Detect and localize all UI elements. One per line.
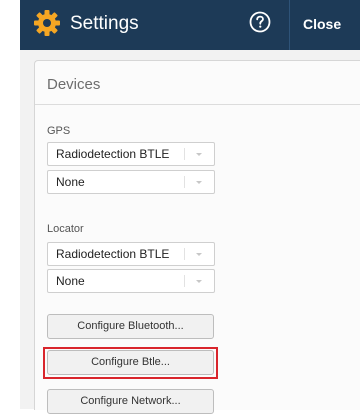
header-divider [289, 0, 290, 50]
configure-bluetooth-button[interactable]: Configure Bluetooth... [47, 314, 214, 339]
gps-label: GPS [47, 125, 71, 137]
gps-device-select[interactable]: Radiodetection BTLE [47, 142, 215, 166]
settings-panel: Devices GPS Radiodetection BTLE None Loc… [20, 50, 360, 414]
chevron-down-icon [184, 243, 214, 265]
chevron-down-icon [184, 270, 214, 292]
section-divider [35, 104, 360, 105]
close-button[interactable]: Close [303, 16, 341, 32]
gps-device-value: Radiodetection BTLE [56, 147, 170, 161]
devices-card: Devices GPS Radiodetection BTLE None Loc… [34, 60, 360, 414]
locator-device-value: Radiodetection BTLE [56, 247, 170, 261]
highlight-box [43, 347, 218, 379]
chevron-down-icon [184, 143, 214, 165]
configure-network-button[interactable]: Configure Network... [47, 389, 214, 414]
chevron-down-icon [184, 171, 214, 193]
locator-label: Locator [47, 223, 84, 235]
gear-icon [34, 10, 60, 36]
locator-secondary-select[interactable]: None [47, 269, 215, 293]
locator-secondary-value: None [56, 274, 85, 288]
help-icon[interactable] [249, 11, 271, 33]
devices-section-title: Devices [47, 76, 101, 93]
page-title: Settings [70, 13, 139, 34]
app-header: Settings Close [20, 0, 360, 50]
locator-device-select[interactable]: Radiodetection BTLE [47, 242, 215, 266]
gps-secondary-value: None [56, 175, 85, 189]
gps-secondary-select[interactable]: None [47, 170, 215, 194]
